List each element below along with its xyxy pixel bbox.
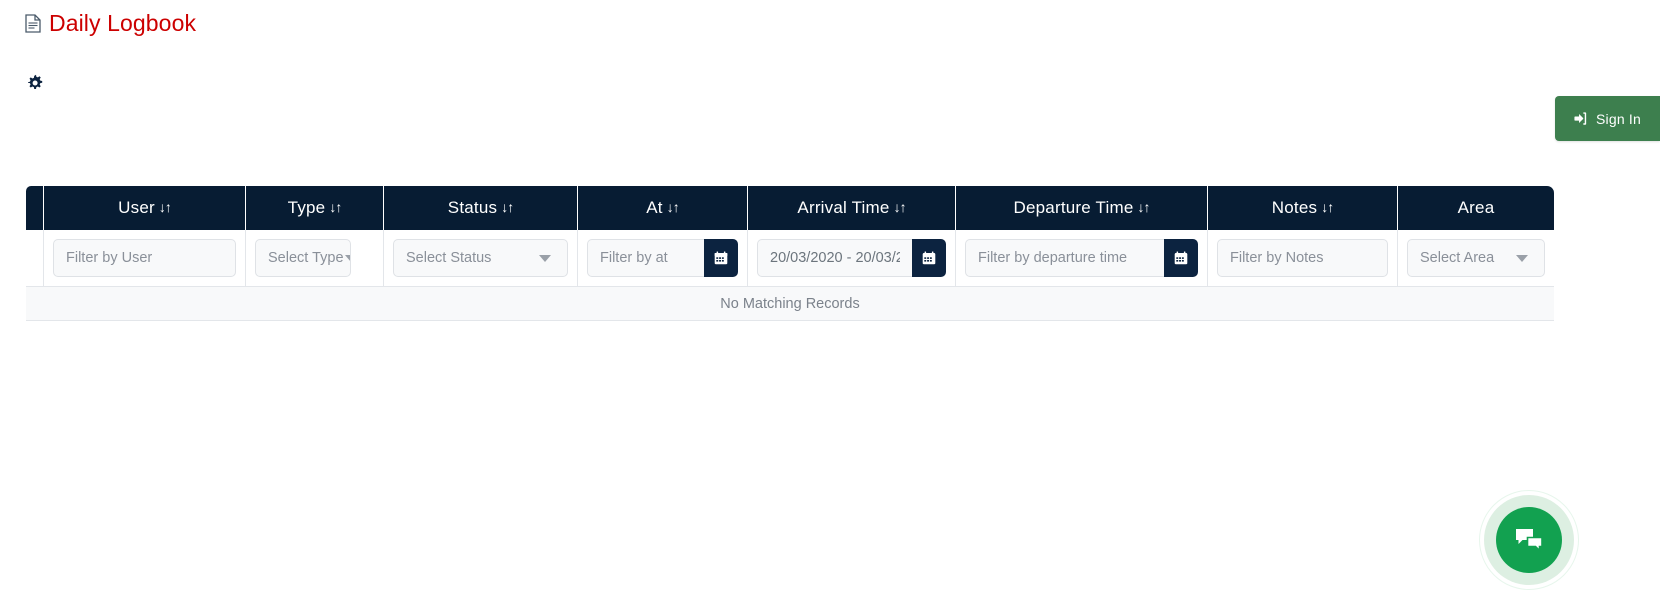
- user-filter-input[interactable]: [53, 239, 236, 277]
- chat-bubbles-icon: [1514, 527, 1544, 553]
- notes-filter-input[interactable]: [1217, 239, 1388, 277]
- sort-icon[interactable]: ↓↑: [1137, 199, 1150, 215]
- sort-icon[interactable]: ↓↑: [159, 199, 172, 215]
- type-filter-value: Select Type: [268, 250, 344, 266]
- calendar-icon[interactable]: [1164, 239, 1198, 277]
- logbook-table-container: User ↓↑ Type ↓↑ Status ↓↑ At ↓↑ Arrival Time…: [26, 186, 1554, 321]
- chat-button[interactable]: [1496, 507, 1562, 573]
- header-label-status: Status: [447, 198, 498, 217]
- at-filter-group: [587, 239, 738, 277]
- document-icon: [25, 13, 41, 33]
- status-filter-value: Select Status: [406, 250, 492, 266]
- header-label-arrival-time: Arrival Time: [797, 198, 890, 217]
- table-header-arrival-time[interactable]: Arrival Time ↓↑: [748, 186, 956, 230]
- filter-cell-status: Select Status: [384, 230, 578, 287]
- filter-cell-notes: [1208, 230, 1398, 287]
- header-label-notes: Notes: [1271, 198, 1318, 217]
- gear-icon[interactable]: [25, 73, 45, 93]
- logbook-table: User ↓↑ Type ↓↑ Status ↓↑ At ↓↑ Arrival Time…: [26, 186, 1554, 321]
- table-header-user[interactable]: User ↓↑: [44, 186, 246, 230]
- table-header-row: User ↓↑ Type ↓↑ Status ↓↑ At ↓↑ Arrival Time…: [26, 186, 1554, 230]
- chevron-down-icon: [344, 254, 350, 262]
- header-label-area: Area: [1457, 198, 1495, 217]
- type-filter-select[interactable]: Select Type: [255, 239, 351, 277]
- table-filter-row: Select Type Select Status: [26, 230, 1554, 287]
- filter-cell-departure-time: [956, 230, 1208, 287]
- filter-cell-type: Select Type: [246, 230, 384, 287]
- no-matching-records-message: No Matching Records: [26, 287, 1554, 321]
- sign-in-label: Sign In: [1596, 110, 1641, 127]
- header-label-at: At: [646, 198, 663, 217]
- sign-in-icon: [1572, 111, 1587, 126]
- table-header-at[interactable]: At ↓↑: [578, 186, 748, 230]
- area-filter-select[interactable]: Select Area: [1407, 239, 1545, 277]
- area-filter-value: Select Area: [1420, 250, 1495, 266]
- filter-cell-spacer: [26, 230, 44, 287]
- page-header: Daily Logbook: [25, 9, 196, 37]
- table-header-status[interactable]: Status ↓↑: [384, 186, 578, 230]
- departure-time-filter-group: [965, 239, 1198, 277]
- sort-icon[interactable]: ↓↑: [329, 199, 342, 215]
- filter-cell-user: [44, 230, 246, 287]
- status-filter-select[interactable]: Select Status: [393, 239, 568, 277]
- arrival-time-filter-input[interactable]: [757, 239, 912, 277]
- at-filter-input[interactable]: [587, 239, 704, 277]
- table-empty-row: No Matching Records: [26, 287, 1554, 321]
- table-header-departure-time[interactable]: Departure Time ↓↑: [956, 186, 1208, 230]
- table-header-type[interactable]: Type ↓↑: [246, 186, 384, 230]
- sort-icon[interactable]: ↓↑: [894, 199, 907, 215]
- table-header-area[interactable]: Area: [1398, 186, 1554, 230]
- header-label-departure-time: Departure Time: [1013, 198, 1134, 217]
- header-label-user: User: [118, 198, 155, 217]
- sign-in-button[interactable]: Sign In: [1555, 96, 1660, 141]
- sort-icon[interactable]: ↓↑: [501, 199, 514, 215]
- page-title: Daily Logbook: [49, 10, 197, 36]
- calendar-icon[interactable]: [704, 239, 738, 277]
- filter-cell-at: [578, 230, 748, 287]
- departure-time-filter-input[interactable]: [965, 239, 1164, 277]
- header-label-type: Type: [287, 198, 326, 217]
- filter-cell-arrival-time: [748, 230, 956, 287]
- calendar-icon[interactable]: [912, 239, 946, 277]
- chevron-down-icon: [1516, 254, 1528, 262]
- sort-icon[interactable]: ↓↑: [1321, 199, 1334, 215]
- filter-cell-area: Select Area: [1398, 230, 1554, 287]
- sort-icon[interactable]: ↓↑: [667, 199, 680, 215]
- table-header-spacer: [26, 186, 44, 230]
- table-header-notes[interactable]: Notes ↓↑: [1208, 186, 1398, 230]
- chat-widget: [1455, 466, 1603, 614]
- chevron-down-icon: [539, 254, 551, 262]
- arrival-time-filter-group: [757, 239, 946, 277]
